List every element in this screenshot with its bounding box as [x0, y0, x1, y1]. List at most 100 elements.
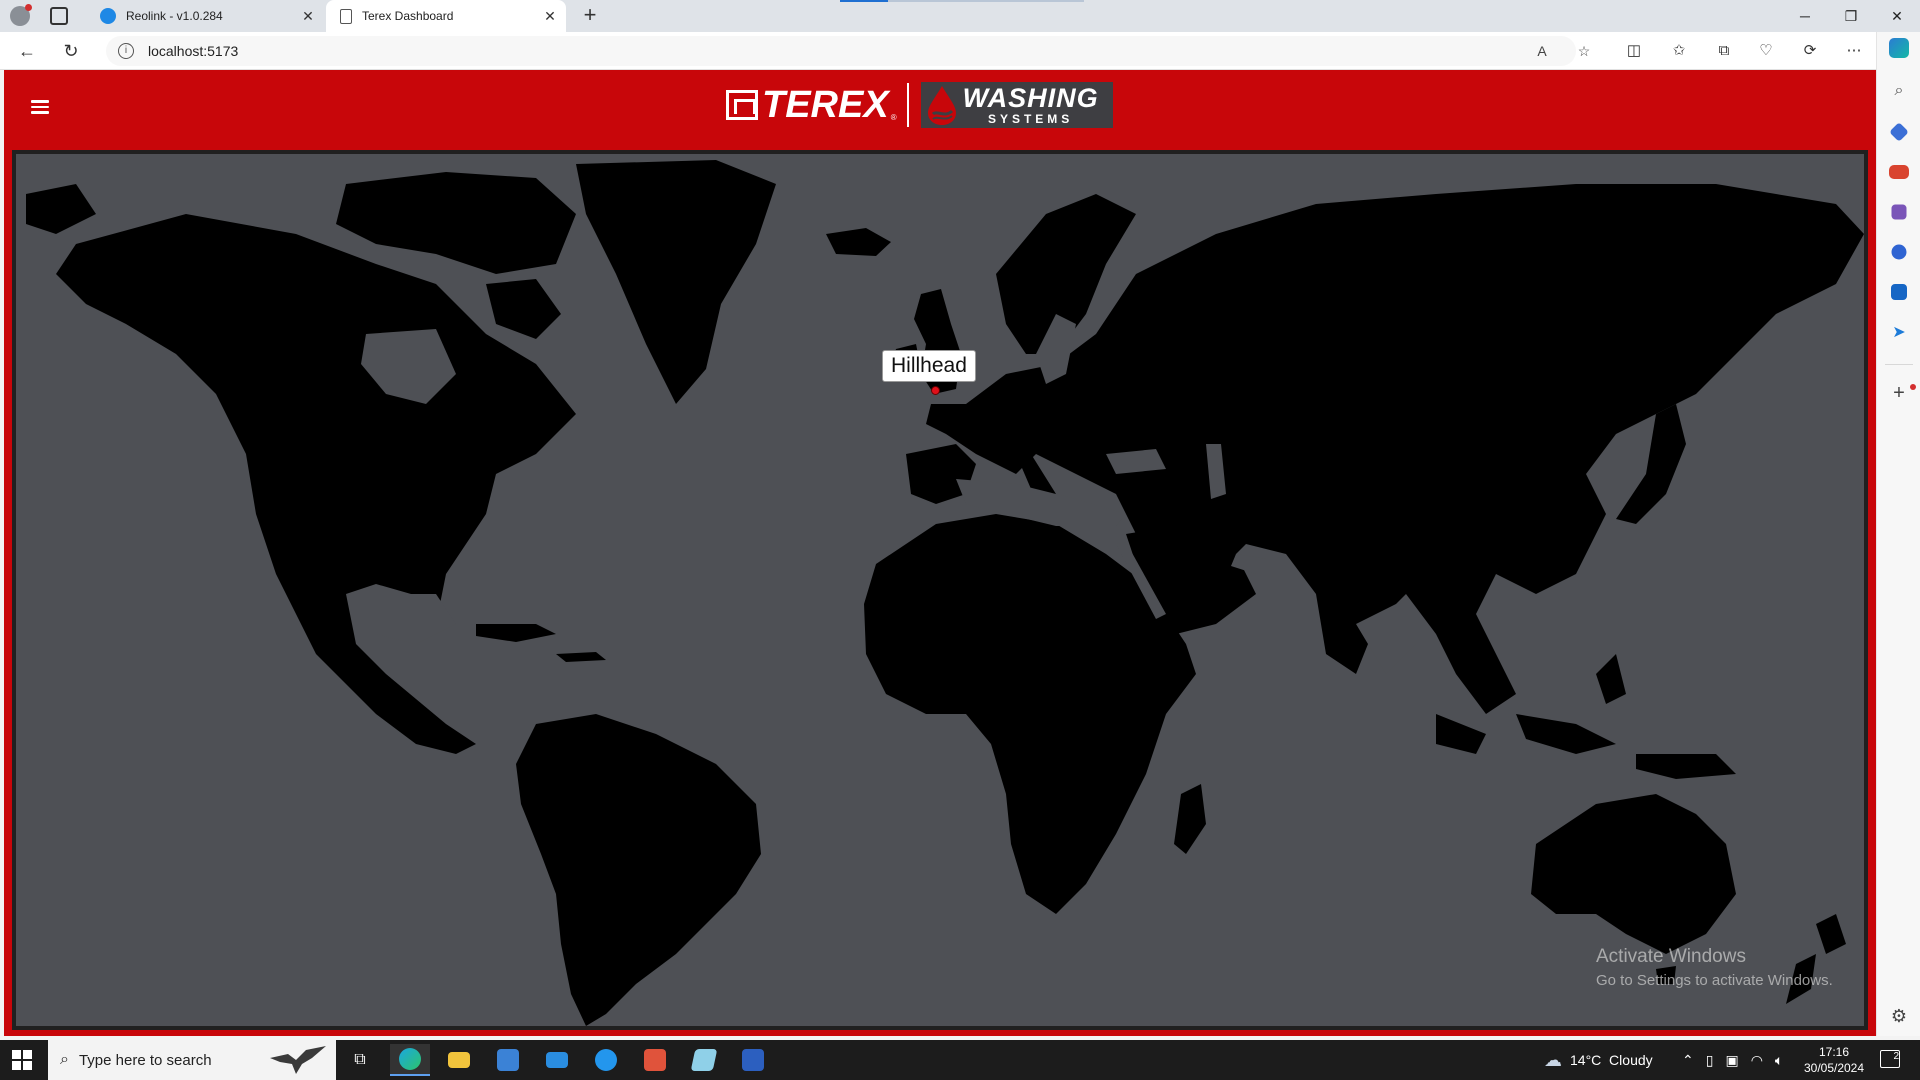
loading-indicator: [840, 0, 888, 2]
read-aloud-icon[interactable]: A: [1532, 41, 1552, 61]
microsoft-365-icon[interactable]: [1891, 244, 1907, 260]
wifi-icon[interactable]: ◠: [1751, 1052, 1763, 1069]
display-icon[interactable]: ▣: [1725, 1052, 1738, 1069]
new-tab-button[interactable]: +: [578, 4, 602, 28]
iceland: [826, 228, 891, 256]
search-highlight-bird-icon: [270, 1046, 326, 1074]
tab-terex-dashboard[interactable]: Terex Dashboard ✕: [326, 0, 566, 32]
terex-mark-icon: [726, 90, 758, 120]
battery-icon[interactable]: ▯: [1706, 1052, 1714, 1069]
app-red-icon[interactable]: [635, 1044, 675, 1076]
site-info-icon[interactable]: i: [118, 43, 134, 59]
gulf-of-mexico: [376, 594, 456, 644]
windows-taskbar: ⌕ Type here to search ⧉ ☁ 14°C Cloudy ⌃ …: [0, 1040, 1920, 1080]
more-menu-icon[interactable]: ⋯: [1844, 41, 1864, 61]
games-icon[interactable]: [1891, 204, 1907, 220]
search-placeholder: Type here to search: [78, 1051, 212, 1069]
address-bar-row: ← ↻ i localhost:5173 A ☆ ◫ ✩ ⧉ ♡ ⟳ ⋯: [0, 32, 1920, 70]
notepad-icon[interactable]: [684, 1044, 724, 1076]
arctic-islands: [336, 172, 576, 274]
app-header: TEREX ® WASHING SYSTEMS: [4, 70, 1876, 142]
back-arrow-icon[interactable]: ←: [14, 39, 40, 63]
page-icon: [340, 8, 352, 24]
watermark-subtitle: Go to Settings to activate Windows.: [1596, 972, 1833, 989]
add-sidebar-app-icon[interactable]: +: [1889, 382, 1909, 405]
close-tab-icon[interactable]: ✕: [540, 8, 560, 25]
minimize-button[interactable]: ─: [1782, 0, 1828, 32]
file-explorer-icon[interactable]: [439, 1044, 479, 1076]
notification-count: 2: [1893, 1051, 1899, 1062]
sub-brand-top: WASHING: [962, 83, 1099, 113]
browser-essentials-icon[interactable]: ♡: [1756, 41, 1776, 61]
search-icon: ⌕: [60, 1051, 69, 1068]
sidebar-divider: [1885, 364, 1913, 365]
clock-date: 30/05/2024: [1803, 1061, 1865, 1075]
refresh-icon[interactable]: ↻: [58, 39, 84, 63]
greenland: [576, 160, 776, 404]
docker-icon[interactable]: [586, 1044, 626, 1076]
washing-systems-badge: WASHING SYSTEMS: [920, 82, 1113, 128]
clock-time: 17:16: [1818, 1045, 1850, 1059]
tab-title: Reolink - v1.0.284: [126, 9, 223, 23]
madagascar: [1174, 784, 1206, 854]
favorite-star-icon[interactable]: ☆: [1574, 41, 1594, 61]
reolink-icon: [100, 8, 116, 24]
url-text: localhost:5173: [148, 43, 239, 59]
water-drop-icon: [927, 86, 956, 125]
windows-start-icon[interactable]: [12, 1050, 32, 1070]
tab-actions-icon[interactable]: [50, 7, 68, 25]
brand-name: TEREX: [762, 83, 889, 126]
system-tray: ⌃ ▯ ▣ ◠ 🔈︎: [1682, 1040, 1783, 1080]
edge-taskbar-icon[interactable]: [390, 1044, 430, 1076]
registered-mark: ®: [890, 113, 897, 122]
map-frame: Hillhead: [12, 150, 1868, 1030]
edge-sidebar: ⌕ ➤ + ⚙: [1876, 32, 1920, 1036]
sub-brand-bottom: SYSTEMS: [987, 112, 1074, 126]
split-screen-icon[interactable]: ◫: [1624, 41, 1644, 61]
tab-reolink[interactable]: Reolink - v1.0.284 ✕: [88, 0, 324, 32]
mail-icon[interactable]: [537, 1044, 577, 1076]
restore-button[interactable]: ❐: [1828, 0, 1874, 32]
volume-icon[interactable]: 🔈︎: [1775, 1052, 1783, 1069]
profile-avatar[interactable]: [10, 4, 32, 26]
tab-title: Terex Dashboard: [362, 9, 454, 23]
loading-track: [888, 0, 1084, 2]
tools-icon[interactable]: [1889, 165, 1909, 179]
world-map[interactable]: Hillhead: [16, 154, 1864, 1026]
taskbar-search-input[interactable]: ⌕ Type here to search: [48, 1040, 336, 1080]
copilot-icon[interactable]: [1889, 38, 1909, 58]
extensions-icon[interactable]: ⟳: [1800, 41, 1820, 61]
browser-tab-bar: Reolink - v1.0.284 ✕ Terex Dashboard ✕ +…: [0, 0, 1920, 32]
collections-icon[interactable]: ⧉: [1714, 41, 1734, 61]
terex-dashboard-app: TEREX ® WASHING SYSTEMS Hillhead: [4, 70, 1876, 1036]
weather-text: 14°C Cloudy: [1570, 1052, 1653, 1068]
shopping-tag-icon[interactable]: [1889, 122, 1909, 142]
close-tab-icon[interactable]: ✕: [298, 8, 318, 25]
weather-widget[interactable]: ☁ 14°C Cloudy: [1544, 1040, 1653, 1080]
powershell-icon[interactable]: [733, 1044, 773, 1076]
terex-washing-logo: TEREX ® WASHING SYSTEMS: [726, 80, 1158, 130]
outlook-icon[interactable]: [1891, 284, 1907, 300]
favorites-icon[interactable]: ✩: [1669, 41, 1689, 61]
sidebar-settings-icon[interactable]: ⚙: [1889, 1006, 1909, 1027]
address-input[interactable]: i localhost:5173 A ☆: [106, 36, 1590, 66]
send-icon[interactable]: ➤: [1889, 322, 1909, 342]
search-icon[interactable]: ⌕: [1889, 82, 1909, 102]
australia: [1531, 794, 1736, 954]
task-view-icon[interactable]: ⧉: [340, 1044, 380, 1076]
map-marker-label[interactable]: Hillhead: [882, 350, 976, 382]
chevron-up-icon[interactable]: ⌃: [1682, 1052, 1694, 1069]
map-marker-dot[interactable]: [931, 386, 940, 395]
notification-center-icon[interactable]: 2: [1880, 1050, 1900, 1068]
notification-dot: [1910, 384, 1916, 390]
logo-divider: [906, 83, 909, 127]
cloud-icon: ☁: [1544, 1049, 1562, 1070]
south-america: [516, 714, 761, 1026]
world-map-land: [26, 160, 1864, 1026]
close-window-button[interactable]: ✕: [1874, 0, 1920, 32]
activate-windows-watermark: Activate Windows Go to Settings to activ…: [1596, 946, 1833, 989]
watermark-title: Activate Windows: [1596, 946, 1746, 967]
menu-hamburger-icon[interactable]: [28, 97, 54, 117]
taskbar-clock[interactable]: 17:16 30/05/2024: [1792, 1044, 1876, 1076]
microsoft-store-icon[interactable]: [488, 1044, 528, 1076]
